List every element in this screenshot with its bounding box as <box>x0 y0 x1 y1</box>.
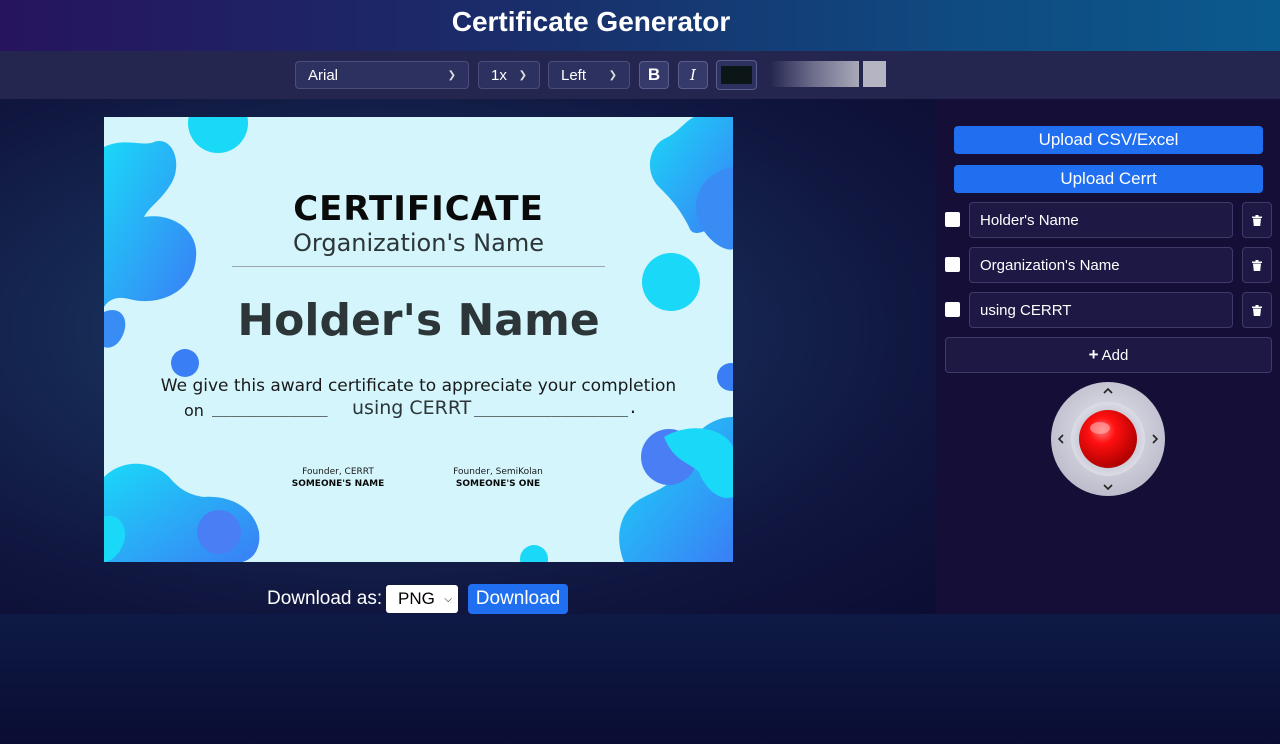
certificate-organization[interactable]: Organization's Name <box>104 229 733 257</box>
certificate-canvas[interactable]: CERTIFICATE Organization's Name Holder's… <box>104 117 733 562</box>
delete-field-button[interactable] <box>1242 202 1272 238</box>
font-family-select[interactable]: Arial ❯ <box>295 61 469 89</box>
download-format-value: PNG <box>398 589 435 608</box>
add-field-label: Add <box>1101 346 1129 364</box>
signature-role: Founder, CERRT <box>302 467 374 477</box>
joystick-icon <box>1051 382 1165 496</box>
font-size-value: 1x <box>491 66 507 84</box>
certificate-holder-name[interactable]: Holder's Name <box>104 295 733 346</box>
app-header: Certificate Generator <box>0 0 1280 51</box>
certificate-blank-right: ________________. <box>474 398 638 417</box>
opacity-slider[interactable] <box>770 61 859 87</box>
add-field-button[interactable]: + Add <box>945 337 1272 373</box>
font-size-select[interactable]: 1x ❯ <box>478 61 540 89</box>
italic-button[interactable]: I <box>678 61 708 89</box>
field-input[interactable]: Organization's Name <box>969 247 1233 283</box>
field-checkbox[interactable] <box>945 212 960 227</box>
signature-name: SOMEONE'S NAME <box>291 479 385 489</box>
chevron-down-icon: ❯ <box>518 69 527 81</box>
field-row: Holder's Name <box>945 202 1272 238</box>
chevron-down-icon: ❯ <box>447 69 456 81</box>
joystick-control[interactable] <box>1050 381 1166 497</box>
field-input[interactable]: using CERRT <box>969 292 1233 328</box>
trash-icon <box>1252 214 1262 226</box>
download-format-select[interactable]: PNG ⌵ <box>386 585 458 613</box>
field-input[interactable]: Holder's Name <box>969 202 1233 238</box>
delete-field-button[interactable] <box>1242 247 1272 283</box>
signature-block: Founder, CERRT SOMEONE'S NAME <box>268 467 408 489</box>
field-row: using CERRT <box>945 292 1272 328</box>
bold-button[interactable]: B <box>639 61 669 89</box>
font-family-value: Arial <box>308 66 339 84</box>
chevron-down-icon: ⌵ <box>444 593 452 605</box>
divider <box>232 266 605 267</box>
upload-certificate-button[interactable]: Upload Cerrt <box>954 165 1263 193</box>
certificate-title[interactable]: CERTIFICATE <box>104 189 733 229</box>
opacity-slider-handle[interactable] <box>863 61 886 87</box>
field-checkbox[interactable] <box>945 257 960 272</box>
signature-block: Founder, SemiKolan SOMEONE'S ONE <box>428 467 568 489</box>
certificate-body-text: We give this award certificate to apprec… <box>160 376 677 396</box>
bold-icon: B <box>647 65 661 84</box>
chevron-down-icon: ❯ <box>608 69 617 81</box>
trash-icon <box>1252 259 1262 271</box>
format-toolbar: Arial ❯ 1x ❯ Left ❯ B I <box>0 51 1280 99</box>
certificate-using-text[interactable]: using CERRT <box>352 397 471 419</box>
certificate-blank-left: ____________ <box>212 398 328 417</box>
signature-role: Founder, SemiKolan <box>453 467 543 477</box>
certificate-on-label: on <box>184 401 204 420</box>
plus-icon: + <box>1088 345 1099 364</box>
text-align-value: Left <box>561 66 587 84</box>
download-button[interactable]: Download <box>468 584 568 614</box>
field-checkbox[interactable] <box>945 302 960 317</box>
signature-name: SOMEONE'S ONE <box>455 479 541 489</box>
text-color-picker[interactable] <box>716 60 757 90</box>
text-align-select[interactable]: Left ❯ <box>548 61 630 89</box>
upload-csv-button[interactable]: Upload CSV/Excel <box>954 126 1263 154</box>
download-label: Download as: <box>267 588 383 609</box>
color-swatch <box>721 66 752 84</box>
italic-icon: I <box>690 66 696 84</box>
app-title: Certificate Generator <box>451 5 731 37</box>
delete-field-button[interactable] <box>1242 292 1272 328</box>
trash-icon <box>1252 304 1262 316</box>
field-row: Organization's Name <box>945 247 1272 283</box>
page-footer-area <box>0 614 1280 744</box>
